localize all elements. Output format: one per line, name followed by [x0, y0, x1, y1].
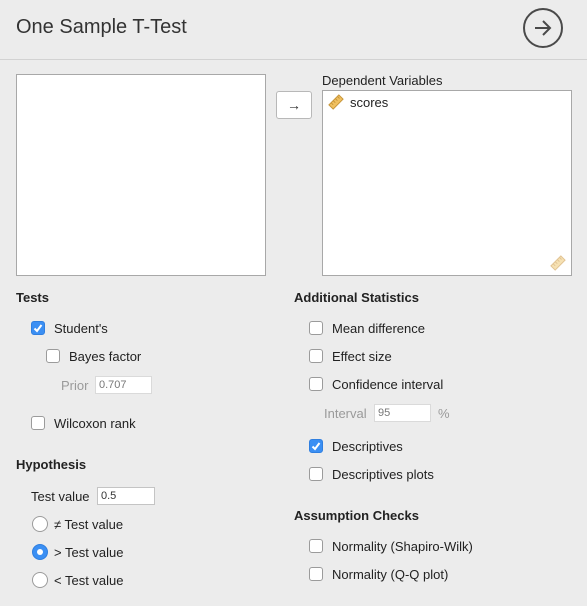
scale-ruler-icon [550, 255, 566, 271]
test-value-field[interactable] [97, 487, 155, 505]
checkmark-icon [311, 442, 321, 451]
prior-field[interactable] [95, 376, 152, 394]
interval-unit: % [438, 406, 450, 421]
confidence-interval-label: Confidence interval [332, 377, 444, 392]
dependent-variables-list[interactable] [322, 90, 572, 276]
test-value-label: Test value [31, 489, 90, 504]
page-title: One Sample T-Test [16, 16, 187, 38]
variable-name: scores [350, 94, 389, 110]
checkmark-icon [33, 324, 43, 333]
tests-heading: Tests [16, 290, 49, 305]
students-label: Student's [54, 321, 108, 336]
dependent-variables-label: Dependent Variables [322, 73, 443, 88]
additional-statistics-heading: Additional Statistics [294, 290, 419, 305]
shapiro-wilk-label: Normality (Shapiro-Wilk) [332, 539, 473, 554]
qq-plot-label: Normality (Q-Q plot) [332, 567, 449, 582]
descriptives-plots-checkbox[interactable] [309, 467, 323, 481]
descriptives-checkbox[interactable] [309, 439, 323, 453]
radio-not-equal[interactable] [32, 516, 48, 532]
scale-ruler-icon [328, 94, 344, 110]
list-item[interactable]: scores [328, 94, 388, 110]
qq-plot-checkbox[interactable] [309, 567, 323, 581]
available-variables-list[interactable] [16, 74, 266, 276]
radio-less-than-label: < Test value [54, 573, 124, 588]
run-arrow-button[interactable] [523, 8, 563, 48]
radio-less-than[interactable] [32, 572, 48, 588]
effect-size-label: Effect size [332, 349, 392, 364]
wilcoxon-checkbox[interactable] [31, 416, 45, 430]
mean-difference-checkbox[interactable] [309, 321, 323, 335]
bayes-factor-label: Bayes factor [69, 349, 142, 364]
radio-not-equal-label: ≠ Test value [54, 517, 124, 532]
wilcoxon-label: Wilcoxon rank [54, 416, 136, 431]
bayes-factor-checkbox[interactable] [46, 349, 60, 363]
mean-difference-label: Mean difference [332, 321, 425, 336]
prior-label: Prior [61, 378, 89, 393]
interval-label: Interval [324, 406, 367, 421]
shapiro-wilk-checkbox[interactable] [309, 539, 323, 553]
effect-size-checkbox[interactable] [309, 349, 323, 363]
hypothesis-heading: Hypothesis [16, 457, 87, 472]
assumption-checks-heading: Assumption Checks [294, 508, 419, 523]
interval-field[interactable] [374, 404, 431, 422]
radio-greater-than[interactable] [32, 544, 48, 560]
descriptives-label: Descriptives [332, 439, 403, 454]
descriptives-plots-label: Descriptives plots [332, 467, 434, 482]
confidence-interval-checkbox[interactable] [309, 377, 323, 391]
students-checkbox[interactable] [31, 321, 45, 335]
assign-variable-button[interactable]: → [276, 91, 312, 119]
arrow-right-icon [535, 20, 552, 36]
radio-greater-than-label: > Test value [54, 545, 124, 560]
